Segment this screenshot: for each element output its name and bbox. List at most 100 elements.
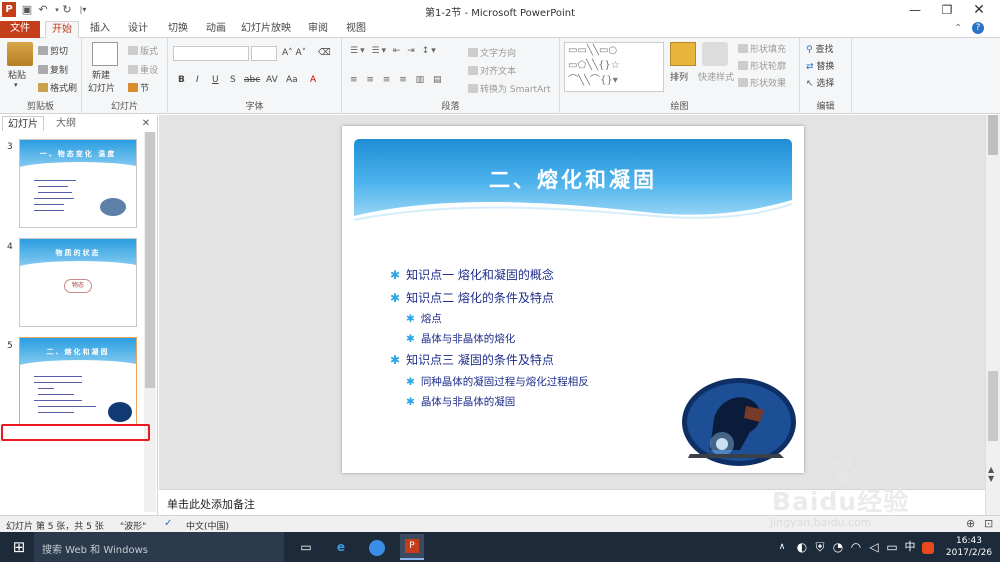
clock[interactable]: 16:43 2017/2/26: [944, 535, 994, 559]
italic-button[interactable]: I: [196, 75, 199, 85]
volume-icon[interactable]: ◁: [866, 536, 882, 558]
tab-outline[interactable]: 大纲: [46, 116, 86, 131]
slide-thumbnail-5[interactable]: 二、熔化和凝固: [19, 337, 137, 426]
char-spacing-button[interactable]: AV: [266, 75, 278, 85]
find-button[interactable]: ⚲ 查找: [806, 42, 833, 55]
notes-placeholder[interactable]: 单击此处添加备注: [167, 496, 255, 512]
underline-button[interactable]: U: [212, 75, 219, 85]
new-slide-label[interactable]: 幻灯片: [88, 81, 115, 94]
help-icon[interactable]: ?: [972, 22, 984, 34]
tab-view[interactable]: 视图: [340, 21, 372, 38]
tab-insert[interactable]: 插入: [84, 21, 116, 38]
bullets-icon[interactable]: ☰▾ ☰▾ ⇤ ⇥ ↕▾: [350, 46, 438, 56]
section-button[interactable]: 节: [128, 81, 149, 94]
paste-dropdown-icon[interactable]: ▾: [14, 81, 18, 89]
sogou-icon[interactable]: [920, 536, 936, 558]
tray-icon[interactable]: ◐: [794, 536, 810, 558]
browser-icon[interactable]: [366, 536, 388, 558]
replace-button[interactable]: ⇄ 替换: [806, 59, 834, 72]
format-painter-button[interactable]: 格式刷: [38, 81, 77, 94]
bullet-item[interactable]: ✱ 知识点三 凝固的条件及特点: [390, 351, 554, 368]
grow-font-icon[interactable]: A˄ A˅: [282, 48, 306, 58]
bold-button[interactable]: B: [178, 75, 185, 85]
zoom-in-icon[interactable]: ⊕: [966, 517, 975, 530]
shape-outline-button[interactable]: 形状轮廓: [738, 59, 786, 72]
slide-thumbnail-4[interactable]: 物质的状态 物态: [19, 238, 137, 327]
shapes-gallery[interactable]: ▭▭╲╲▭○ ▭⬠╲╲{}☆ ⌒╲╲⌒{}▾: [564, 42, 664, 92]
paste-icon[interactable]: [7, 42, 33, 66]
network-icon[interactable]: ◔: [830, 536, 846, 558]
powerpoint-taskbar-icon[interactable]: P: [400, 534, 424, 560]
tab-home[interactable]: 开始: [45, 21, 79, 38]
strikethrough-button[interactable]: abc: [244, 75, 260, 85]
editor-scrollbar[interactable]: ▲ ▼: [985, 115, 1000, 515]
bullet-item[interactable]: ✱ 晶体与非晶体的熔化: [406, 331, 515, 346]
close-pane-icon[interactable]: ✕: [138, 116, 154, 131]
slide-title[interactable]: 二、熔化和凝固: [354, 164, 792, 194]
edge-icon[interactable]: e: [330, 536, 352, 558]
search-box[interactable]: 搜索 Web 和 Windows: [34, 532, 284, 562]
arrange-icon[interactable]: [670, 42, 696, 66]
minimize-button[interactable]: —: [900, 0, 930, 20]
tab-animations[interactable]: 动画: [200, 21, 232, 38]
windows-start-icon[interactable]: ⊞: [10, 536, 28, 558]
font-color-button[interactable]: A: [310, 75, 316, 85]
arrange-button[interactable]: 排列: [670, 70, 688, 83]
new-slide-icon[interactable]: [92, 42, 118, 66]
tab-design[interactable]: 设计: [122, 21, 154, 38]
copy-button[interactable]: 复制: [38, 63, 68, 76]
shadow-button[interactable]: S: [230, 75, 236, 85]
reset-button[interactable]: 重设: [128, 63, 158, 76]
scroll-thumb[interactable]: [145, 132, 155, 388]
proofing-icon[interactable]: ✓: [164, 518, 172, 529]
scroll-thumb[interactable]: [988, 371, 998, 441]
tab-review[interactable]: 审阅: [302, 21, 334, 38]
shield-icon[interactable]: ⛨: [812, 536, 828, 558]
smartart-button[interactable]: 转换为 SmartArt: [468, 82, 550, 95]
close-button[interactable]: ✕: [964, 0, 994, 20]
clear-format-icon[interactable]: ⌫: [318, 48, 331, 58]
ribbon-tabs: 文件 开始 插入 设计 切换 动画 幻灯片放映 审阅 视图 ⌃ ?: [0, 20, 1000, 38]
fit-slide-icon[interactable]: ⊡: [984, 517, 993, 530]
shape-fill-button[interactable]: 形状填充: [738, 42, 786, 55]
bullet-item[interactable]: ✱ 知识点一 熔化和凝固的概念: [390, 266, 554, 283]
bullet-item[interactable]: ✱ 晶体与非晶体的凝固: [406, 394, 515, 409]
quick-styles-icon[interactable]: [702, 42, 728, 66]
search-placeholder[interactable]: 搜索 Web 和 Windows: [42, 541, 148, 556]
tray-chevron-icon[interactable]: ∧: [776, 536, 788, 558]
font-size-dropdown[interactable]: [251, 46, 277, 61]
paste-button[interactable]: 粘贴: [8, 68, 26, 81]
collapse-ribbon-icon[interactable]: ⌃: [954, 23, 962, 34]
change-case-button[interactable]: Aa: [286, 75, 298, 85]
current-slide[interactable]: 二、熔化和凝固 ✱ 知识点一 熔化和凝固的概念 ✱ 知识点二 熔化的条件及特点 ✱ 熔…: [342, 126, 804, 473]
align-text-button[interactable]: 对齐文本: [468, 64, 516, 77]
restore-button[interactable]: ❐: [932, 0, 962, 20]
bullet-item[interactable]: ✱ 同种晶体的凝固过程与熔化过程相反: [406, 374, 589, 389]
welder-image[interactable]: [680, 376, 798, 468]
select-button[interactable]: ↖ 选择: [806, 76, 834, 89]
wifi-icon[interactable]: ◠: [848, 536, 864, 558]
tab-transitions[interactable]: 切换: [162, 21, 194, 38]
cut-button[interactable]: 剪切: [38, 44, 68, 57]
thumb-title: 二、熔化和凝固: [46, 348, 110, 356]
bullet-item[interactable]: ✱ 知识点二 熔化的条件及特点: [390, 289, 554, 306]
slides-pane-scrollbar[interactable]: [144, 132, 156, 512]
language[interactable]: 中文(中国): [186, 519, 229, 532]
scroll-arrows-icon[interactable]: ▲ ▼: [988, 465, 994, 483]
text-direction-button[interactable]: 文字方向: [468, 46, 516, 59]
layout-button[interactable]: 版式: [128, 44, 158, 57]
ime-indicator[interactable]: 中: [902, 536, 918, 558]
task-view-icon[interactable]: ▭: [296, 536, 316, 558]
tab-slides[interactable]: 幻灯片: [2, 116, 44, 131]
shape-effects-button[interactable]: 形状效果: [738, 76, 786, 89]
bullet-item[interactable]: ✱ 熔点: [406, 311, 442, 326]
tab-file[interactable]: 文件: [0, 21, 40, 38]
star-bullet-icon: ✱: [406, 376, 415, 388]
quick-styles-button[interactable]: 快速样式: [698, 70, 734, 83]
font-name-dropdown[interactable]: [173, 46, 249, 61]
new-slide-button[interactable]: 新建: [92, 68, 110, 81]
slide-thumbnail-3[interactable]: 一、物态变化 温度: [19, 139, 137, 228]
align-icons[interactable]: ≡ ≡ ≡ ≡ ▥ ▤: [350, 75, 444, 85]
notification-icon[interactable]: ▭: [884, 536, 900, 558]
tab-slideshow[interactable]: 幻灯片放映: [238, 21, 294, 38]
